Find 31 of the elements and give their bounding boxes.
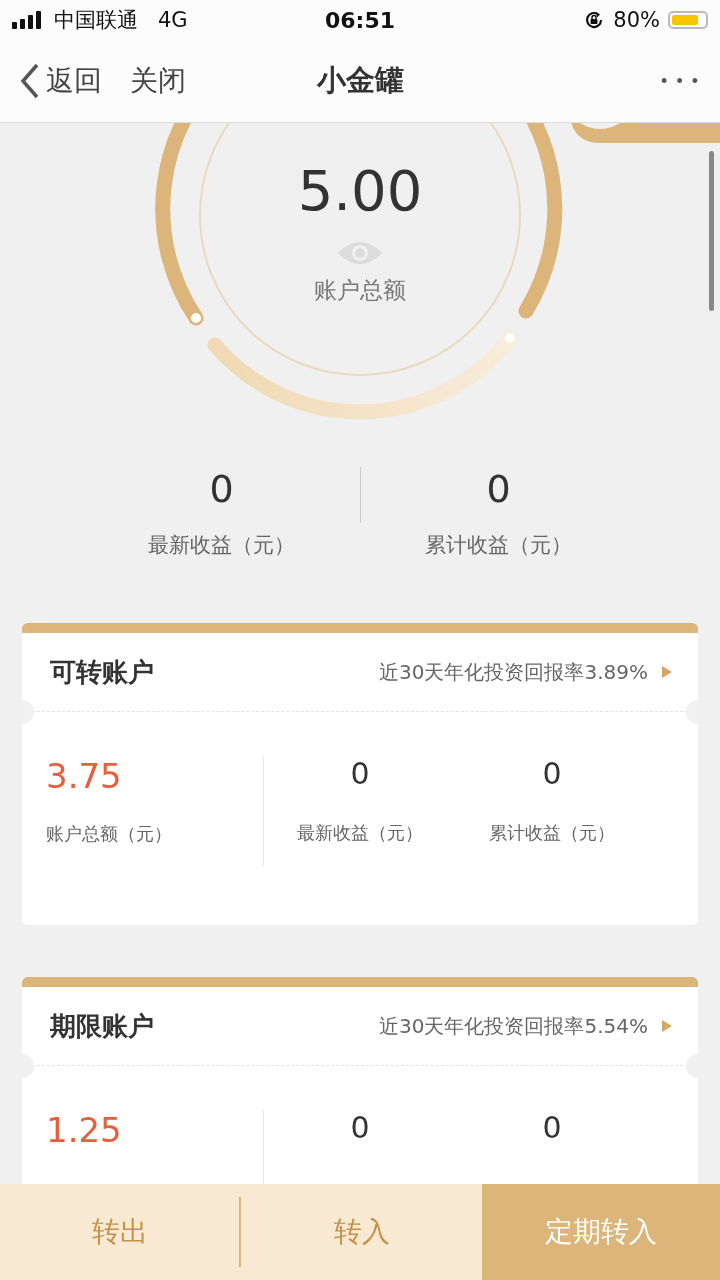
earnings-label: 累计收益（元） bbox=[489, 821, 615, 845]
battery-icon bbox=[668, 11, 708, 29]
clock: 06:51 bbox=[325, 7, 395, 33]
close-button[interactable]: 关闭 bbox=[130, 62, 186, 100]
earnings-value: 0 bbox=[486, 467, 511, 511]
earnings-value: 0 bbox=[542, 1110, 562, 1145]
earnings-label: 最新收益（元） bbox=[148, 532, 295, 559]
earnings-value: 0 bbox=[209, 467, 234, 511]
return-rate-link[interactable]: 近30天年化投资回报率5.54% bbox=[379, 1012, 648, 1040]
account-total-label: 账户总额（元） bbox=[46, 822, 173, 846]
battery-percent: 80% bbox=[613, 8, 660, 32]
network-type: 4G bbox=[158, 8, 188, 32]
back-button[interactable]: 返回 bbox=[20, 62, 102, 100]
chevron-left-icon bbox=[20, 63, 40, 99]
page-title: 小金罐 bbox=[316, 62, 404, 99]
earnings-value: 0 bbox=[542, 756, 562, 791]
earnings-label: 最新收益（元） bbox=[297, 821, 423, 845]
earnings-value: 0 bbox=[350, 1110, 370, 1145]
account-title: 期限账户 bbox=[50, 1009, 154, 1043]
total-amount: 5.00 bbox=[297, 158, 423, 223]
account-title: 可转账户 bbox=[50, 655, 154, 689]
more-button[interactable]: • • • bbox=[661, 70, 700, 92]
triangle-right-icon bbox=[662, 666, 672, 678]
total-label: 账户总额 bbox=[314, 276, 406, 305]
earnings-value: 0 bbox=[350, 756, 370, 791]
earnings-label: 累计收益（元） bbox=[425, 532, 572, 559]
carrier-name: 中国联通 bbox=[54, 7, 138, 34]
account-total: 3.75 bbox=[46, 756, 123, 796]
return-rate-link[interactable]: 近30天年化投资回报率3.89% bbox=[379, 658, 648, 686]
triangle-right-icon bbox=[662, 1020, 672, 1032]
account-total: 1.25 bbox=[46, 1110, 123, 1150]
